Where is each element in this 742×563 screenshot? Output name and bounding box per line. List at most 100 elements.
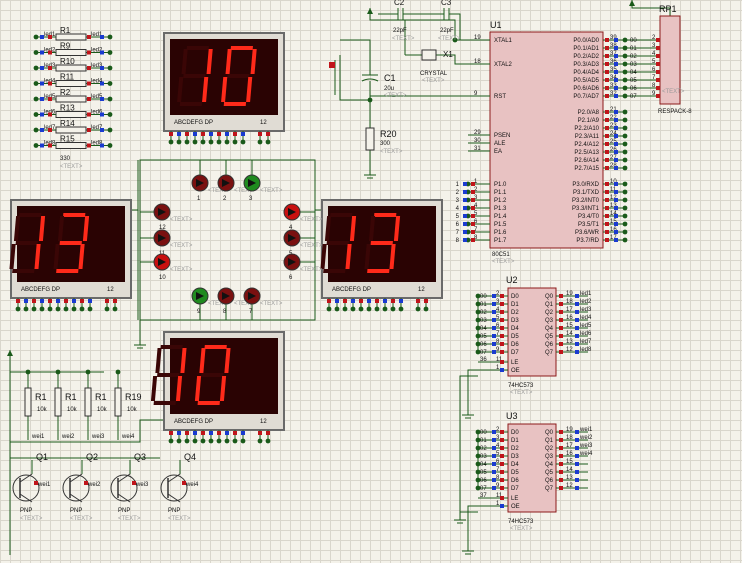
mcu-pin-name: P3.6/WR <box>575 230 600 236</box>
resistor-bank[interactable]: 330 <TEXT> R1led1led1R9led2led2R10led3le… <box>36 26 110 170</box>
reset-circuit[interactable]: C1 20u <TEXT> R20 300 <TEXT> <box>380 73 407 155</box>
segment-g <box>326 241 349 245</box>
segment-a <box>204 345 227 349</box>
latch-out-net: led7 <box>580 339 592 345</box>
mcu-pin-name: P1.1 <box>494 190 507 196</box>
transistor-Q4 <box>160 474 188 502</box>
pin-marker <box>500 310 504 314</box>
pin-marker <box>266 132 270 136</box>
pin-marker <box>656 78 660 82</box>
mcu-p1-net: 2 <box>456 190 460 196</box>
latch-out-net: wei3 <box>579 443 593 449</box>
mcu-pin-name: P2.0/A8 <box>578 110 600 116</box>
pin-marker <box>614 54 618 58</box>
display-pin-labels: ABCDEFG DP <box>174 120 213 126</box>
pin-marker <box>500 430 504 434</box>
latch-out-num: 17 <box>566 443 573 449</box>
display-bottom[interactable]: ABCDEFG DP 12 <box>150 331 285 440</box>
wire <box>467 369 478 415</box>
display-common-labels: 12 <box>418 287 425 293</box>
x1-value: CRYSTAL <box>420 71 448 77</box>
pin-marker <box>605 46 609 50</box>
pin-marker <box>575 318 579 322</box>
p0-net: 00 <box>630 38 637 44</box>
mcu-pin-name: P2.3/A11 <box>575 134 600 140</box>
pin-marker <box>614 238 618 242</box>
display-left[interactable]: ABCDEFG DP 12 <box>9 199 132 308</box>
pin-marker <box>463 206 467 210</box>
transistor-Q1 <box>12 474 40 502</box>
pin-marker <box>614 214 618 218</box>
pin-marker <box>258 132 262 136</box>
pin-marker <box>241 431 245 435</box>
mcu-pin-name: P0.5/AD5 <box>573 78 599 84</box>
pin-marker <box>416 299 420 303</box>
led-ring[interactable]: 1<TEXT>2<TEXT>3<TEXT>9<TEXT>8<TEXT>7<TEX… <box>134 174 323 349</box>
mcu-pin-name: P1.5 <box>494 222 507 228</box>
pin-marker <box>100 81 104 86</box>
pin-marker <box>327 299 331 303</box>
display-right[interactable]: ABCDEFG DP 12 <box>320 199 443 308</box>
pin-marker <box>605 110 609 114</box>
segment-d <box>197 401 220 405</box>
pin-marker <box>559 294 563 298</box>
latch-in-net: 07 <box>480 486 487 492</box>
pin-marker <box>559 430 563 434</box>
crystal-body <box>421 49 437 61</box>
mcu-u1[interactable]: U1 80C51 <TEXT> 19 XTAL118 XTAL29 RST29 PSEN… <box>456 20 638 265</box>
latch-u3[interactable]: U374HC573<TEXT>D000 2D101 3D202 4D303 5D404 6… <box>462 411 593 555</box>
pin-marker <box>100 50 104 55</box>
wire <box>340 39 371 75</box>
latch-u2[interactable]: U274HC573<TEXT>D000 2D101 3D202 4D303 5D404 6… <box>462 275 592 419</box>
pin-marker <box>492 486 496 490</box>
pin-marker <box>559 350 563 354</box>
driver-resistor-ref: R1 <box>35 392 47 402</box>
mcu-pin-num: 19 <box>474 35 481 41</box>
pin-marker <box>500 470 504 474</box>
pin-marker <box>559 454 563 458</box>
c3-value: 22pF <box>440 28 454 34</box>
display-top[interactable]: ABCDEFG DP 12 <box>163 32 285 141</box>
wire <box>9 350 104 373</box>
latch-out-net: wei1 <box>579 427 593 433</box>
pin-marker <box>40 66 44 70</box>
mcu-pin-name: P2.6/A14 <box>574 158 599 164</box>
latch-out-net: led6 <box>580 331 592 337</box>
pin-marker <box>88 299 92 303</box>
segment-a <box>374 213 397 217</box>
mcu-p1-net: 7 <box>456 230 460 236</box>
mcu-pin-name: P3.5/T1 <box>578 222 600 228</box>
pin-marker <box>492 470 496 474</box>
display-pin-labels: ABCDEFG DP <box>332 287 371 293</box>
latch-le-net: 36 <box>480 357 487 363</box>
pin-marker <box>40 35 44 39</box>
mcu-pin-name: PSEN <box>494 133 510 139</box>
latch-out-num: 17 <box>566 307 573 313</box>
mcu-pin-num: 31 <box>474 146 481 152</box>
latch-text-placeholder: <TEXT> <box>510 526 533 532</box>
latch-oe-name: OE <box>511 504 520 510</box>
wei-label: wei3 <box>91 434 105 440</box>
latch-out-num: 14 <box>566 331 573 337</box>
pin-marker <box>656 94 660 98</box>
pin-marker <box>559 438 563 442</box>
r20-body <box>365 127 375 151</box>
c2-value: 22pF <box>393 28 407 34</box>
pin-marker <box>500 360 504 364</box>
respack-rp1[interactable]: RP1 RESPACK-8 <TEXT> 23456789 <box>629 0 692 115</box>
pin-marker <box>48 35 52 39</box>
pin-marker <box>463 238 467 242</box>
latch-le-net: 37 <box>480 493 487 499</box>
pin-marker <box>605 222 609 226</box>
transistor-type: PNP <box>168 508 180 514</box>
latch-out-name: Q7 <box>545 350 554 356</box>
pin-marker <box>399 299 403 303</box>
latch-in-net: 00 <box>480 294 487 300</box>
pin-marker <box>193 132 197 136</box>
latch-in-net: 01 <box>480 302 487 308</box>
crystal-circuit[interactable]: C2 C3 22pF 22pF X1 CRYSTAL <TEXT> <TEXT>… <box>392 0 461 84</box>
power-arrow <box>7 350 13 356</box>
latch-out-num: 18 <box>566 435 573 441</box>
pin-marker <box>471 230 475 234</box>
latch-out-name: Q3 <box>545 318 554 324</box>
